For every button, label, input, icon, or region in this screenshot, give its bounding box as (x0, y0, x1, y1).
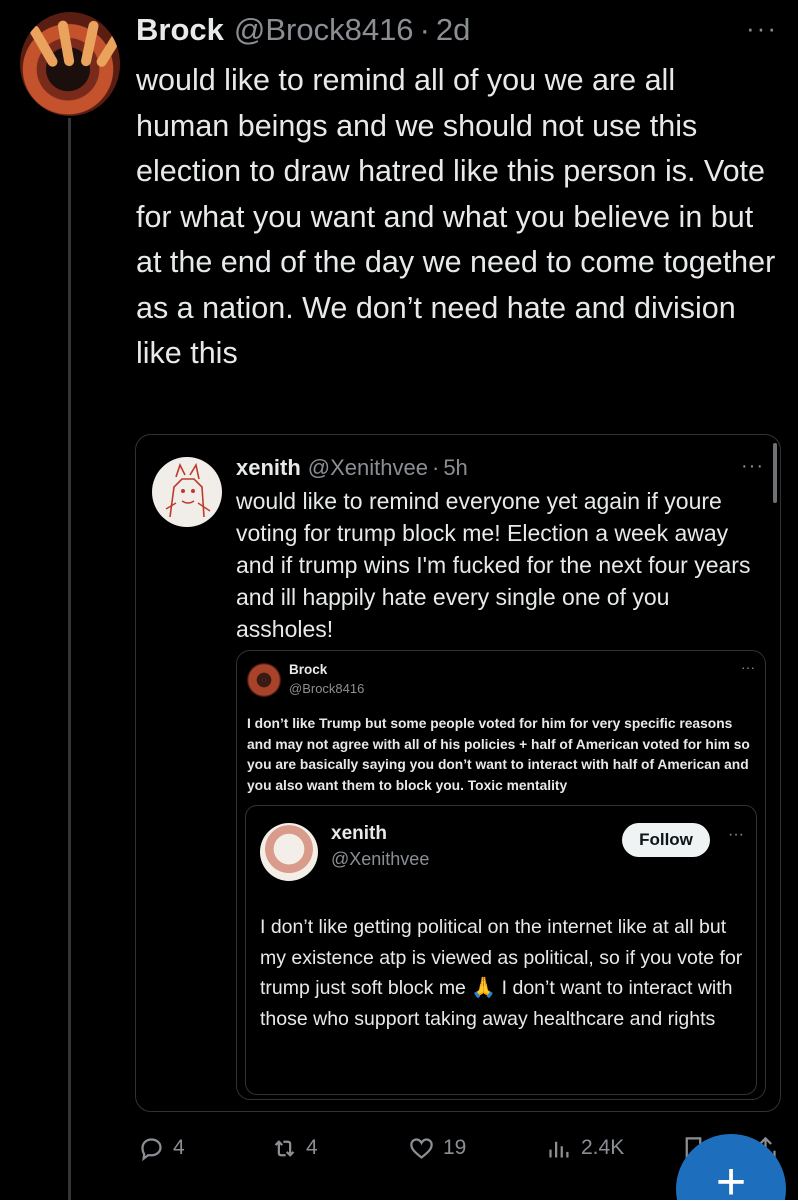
avatar[interactable] (260, 823, 318, 881)
scrollbar[interactable] (773, 443, 777, 503)
tweet-text: would like to remind all of you we are a… (136, 63, 776, 370)
views-button[interactable]: 2.4K (546, 1128, 624, 1168)
tweet-header: Brock @Brock8416 · 2d (136, 8, 470, 52)
author-name[interactable]: xenith (236, 455, 301, 481)
timestamp[interactable]: 2d (436, 12, 470, 48)
author-handle[interactable]: @Xenithvee (331, 849, 429, 870)
author-name[interactable]: Brock (289, 662, 327, 677)
separator-dot: · (431, 455, 440, 480)
author-handle[interactable]: @Brock8416 (289, 681, 364, 696)
reply-button[interactable]: 4 (138, 1128, 185, 1168)
repost-count: 4 (306, 1136, 318, 1159)
embedded-tweet-text: I don’t like getting political on the in… (260, 912, 750, 1034)
like-button[interactable]: 19 (408, 1128, 466, 1168)
more-options-icon[interactable]: ··· (741, 455, 764, 478)
timestamp[interactable]: 5h (443, 455, 467, 481)
separator-dot: · (419, 12, 430, 47)
reply-count: 4 (173, 1136, 185, 1159)
like-count: 19 (443, 1136, 467, 1159)
repost-button[interactable]: 4 (271, 1128, 318, 1168)
folded-hands-icon: 🙏 (471, 977, 497, 999)
author-name[interactable]: xenith (331, 823, 387, 845)
author-handle[interactable]: @Brock8416 (234, 12, 414, 48)
follow-button[interactable]: Follow (622, 823, 710, 857)
more-options-icon[interactable]: ··· (746, 15, 778, 41)
sketch-avatar-icon (165, 462, 211, 518)
quoted-tweet-text: would like to remind everyone yet again … (236, 488, 751, 642)
nested-tweet-text: I don’t like Trump but some people voted… (247, 716, 750, 793)
quoted-tweet[interactable]: xenith @Xenithvee · 5h ··· would like to… (135, 434, 781, 1112)
views-icon (549, 1141, 569, 1157)
view-count: 2.4K (581, 1136, 625, 1159)
reply-icon (141, 1137, 162, 1161)
quoted-tweet-header: xenith @Xenithvee · 5h (236, 453, 468, 483)
avatar[interactable] (247, 663, 281, 697)
nested-quoted-tweet[interactable]: Brock @Brock8416 ··· I don’t like Trump … (236, 650, 766, 1100)
author-name[interactable]: Brock (136, 12, 224, 48)
embedded-tweet-card[interactable]: xenith @Xenithvee Follow ··· I don’t lik… (245, 805, 757, 1095)
heart-icon (410, 1137, 433, 1159)
plus-icon: + (715, 1153, 747, 1200)
repost-icon (274, 1139, 295, 1157)
thread-line (68, 118, 71, 1200)
avatar[interactable] (152, 457, 222, 527)
author-handle[interactable]: @Xenithvee (308, 455, 428, 481)
more-options-icon[interactable]: ··· (741, 659, 755, 675)
more-options-icon[interactable]: ··· (728, 826, 744, 844)
avatar[interactable] (20, 12, 120, 116)
